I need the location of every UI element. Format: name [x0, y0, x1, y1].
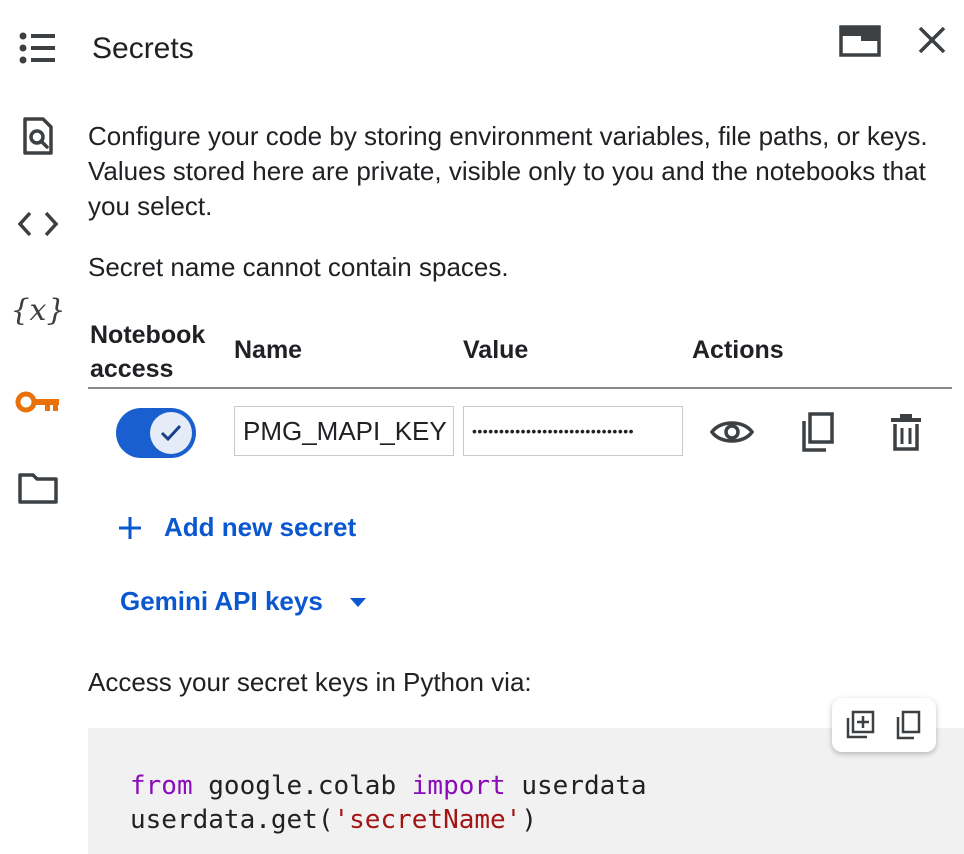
code-toolbar [832, 698, 936, 752]
insert-code-icon[interactable] [844, 709, 876, 741]
header-access-line1: Notebook [90, 321, 206, 349]
name-rule-note: Secret name cannot contain spaces. [88, 252, 509, 282]
gemini-api-keys-dropdown[interactable]: Gemini API keys [120, 586, 369, 617]
open-in-tab-icon[interactable] [838, 24, 882, 58]
code-snippets-icon[interactable] [14, 200, 62, 248]
header-actions: Actions [692, 336, 784, 364]
header-value: Value [463, 336, 529, 364]
show-value-icon[interactable] [708, 414, 756, 450]
gemini-api-keys-label: Gemini API keys [120, 586, 323, 616]
delete-icon[interactable] [886, 410, 926, 454]
table-divider [88, 387, 952, 389]
panel-description: Configure your code by storing environme… [88, 121, 928, 221]
header-notebook-access: Notebook access [90, 318, 205, 386]
secret-value-input[interactable]: •••••••••••••••••••••••••••••• [463, 406, 683, 456]
secret-name-input[interactable]: PMG_MAPI_KEY [234, 406, 454, 456]
copy-value-icon[interactable] [798, 410, 838, 454]
access-instructions: Access your secret keys in Python via: [88, 667, 532, 697]
add-new-secret-label: Add new secret [164, 512, 357, 542]
toc-icon[interactable] [14, 24, 62, 72]
folder-icon[interactable] [14, 464, 62, 512]
variables-icon[interactable]: {x} [14, 286, 62, 334]
code-snippet: from google.colab import userdata userdat… [130, 769, 647, 837]
close-icon[interactable] [914, 22, 950, 58]
notebook-access-toggle[interactable] [116, 408, 196, 458]
code-line-1: from google.colab import userdata [130, 771, 647, 801]
check-icon [160, 424, 182, 442]
header-access-line2: access [90, 355, 174, 383]
page-title: Secrets [92, 32, 194, 65]
code-line-2: userdata.get('secretName') [130, 805, 537, 835]
plus-icon [119, 516, 141, 539]
toggle-knob [150, 412, 192, 454]
header-name: Name [234, 336, 303, 364]
copy-code-icon[interactable] [892, 709, 924, 741]
find-icon[interactable] [14, 112, 62, 160]
dropdown-arrow-icon [349, 597, 366, 607]
key-icon[interactable] [14, 378, 62, 426]
svg-text:{x}: {x} [14, 293, 62, 328]
add-new-secret-button[interactable]: Add new secret [116, 512, 356, 543]
